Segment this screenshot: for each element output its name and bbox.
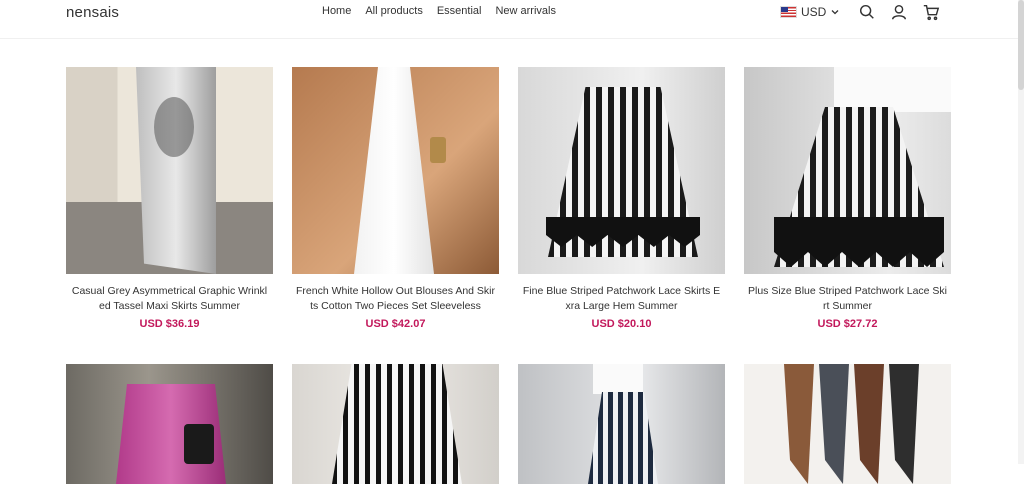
nav-essential[interactable]: Essential	[437, 5, 482, 17]
product-card[interactable]	[744, 364, 951, 484]
us-flag-icon	[780, 6, 797, 18]
product-card[interactable]: French White Hollow Out Blouses And Skir…	[292, 67, 499, 330]
product-card[interactable]: Plus Size Blue Striped Patchwork Lace Sk…	[744, 67, 951, 330]
currency-label: USD	[801, 5, 827, 19]
product-image[interactable]	[518, 67, 725, 274]
product-image[interactable]	[292, 67, 499, 274]
scrollbar-thumb[interactable]	[1018, 0, 1024, 90]
chevron-down-icon	[831, 10, 839, 15]
product-card[interactable]	[292, 364, 499, 484]
product-image[interactable]	[292, 364, 499, 484]
product-grid: Casual Grey Asymmetrical Graphic Wrinkle…	[66, 67, 951, 484]
product-image[interactable]	[744, 364, 951, 484]
nav-home[interactable]: Home	[322, 5, 351, 17]
site-header: nensais Home All products Essential New …	[0, 0, 1018, 39]
page-scrollbar[interactable]	[1018, 0, 1024, 464]
nav-all-products[interactable]: All products	[365, 5, 422, 17]
currency-selector[interactable]: USD	[780, 5, 840, 19]
product-price: USD $27.72	[817, 318, 878, 330]
product-title[interactable]: French White Hollow Out Blouses And Skir…	[292, 284, 499, 314]
product-card[interactable]: Casual Grey Asymmetrical Graphic Wrinkle…	[66, 67, 273, 330]
product-card[interactable]	[518, 364, 725, 484]
main-nav: Home All products Essential New arrivals	[322, 5, 556, 17]
product-image[interactable]	[744, 67, 951, 274]
search-icon[interactable]	[858, 3, 876, 21]
product-price: USD $20.10	[591, 318, 652, 330]
product-price: USD $42.07	[365, 318, 426, 330]
header-icons	[858, 3, 940, 21]
product-card[interactable]	[66, 364, 273, 484]
product-title[interactable]: Casual Grey Asymmetrical Graphic Wrinkle…	[66, 284, 273, 314]
site-logo[interactable]: nensais	[66, 4, 119, 21]
product-title[interactable]: Plus Size Blue Striped Patchwork Lace Sk…	[744, 284, 951, 314]
product-image[interactable]	[518, 364, 725, 484]
product-price: USD $36.19	[139, 318, 200, 330]
product-image[interactable]	[66, 364, 273, 484]
account-icon[interactable]	[890, 3, 908, 21]
product-image[interactable]	[66, 67, 273, 274]
product-card[interactable]: Fine Blue Striped Patchwork Lace Skirts …	[518, 67, 725, 330]
cart-icon[interactable]	[922, 3, 940, 21]
product-title[interactable]: Fine Blue Striped Patchwork Lace Skirts …	[518, 284, 725, 314]
nav-new-arrivals[interactable]: New arrivals	[495, 5, 556, 17]
